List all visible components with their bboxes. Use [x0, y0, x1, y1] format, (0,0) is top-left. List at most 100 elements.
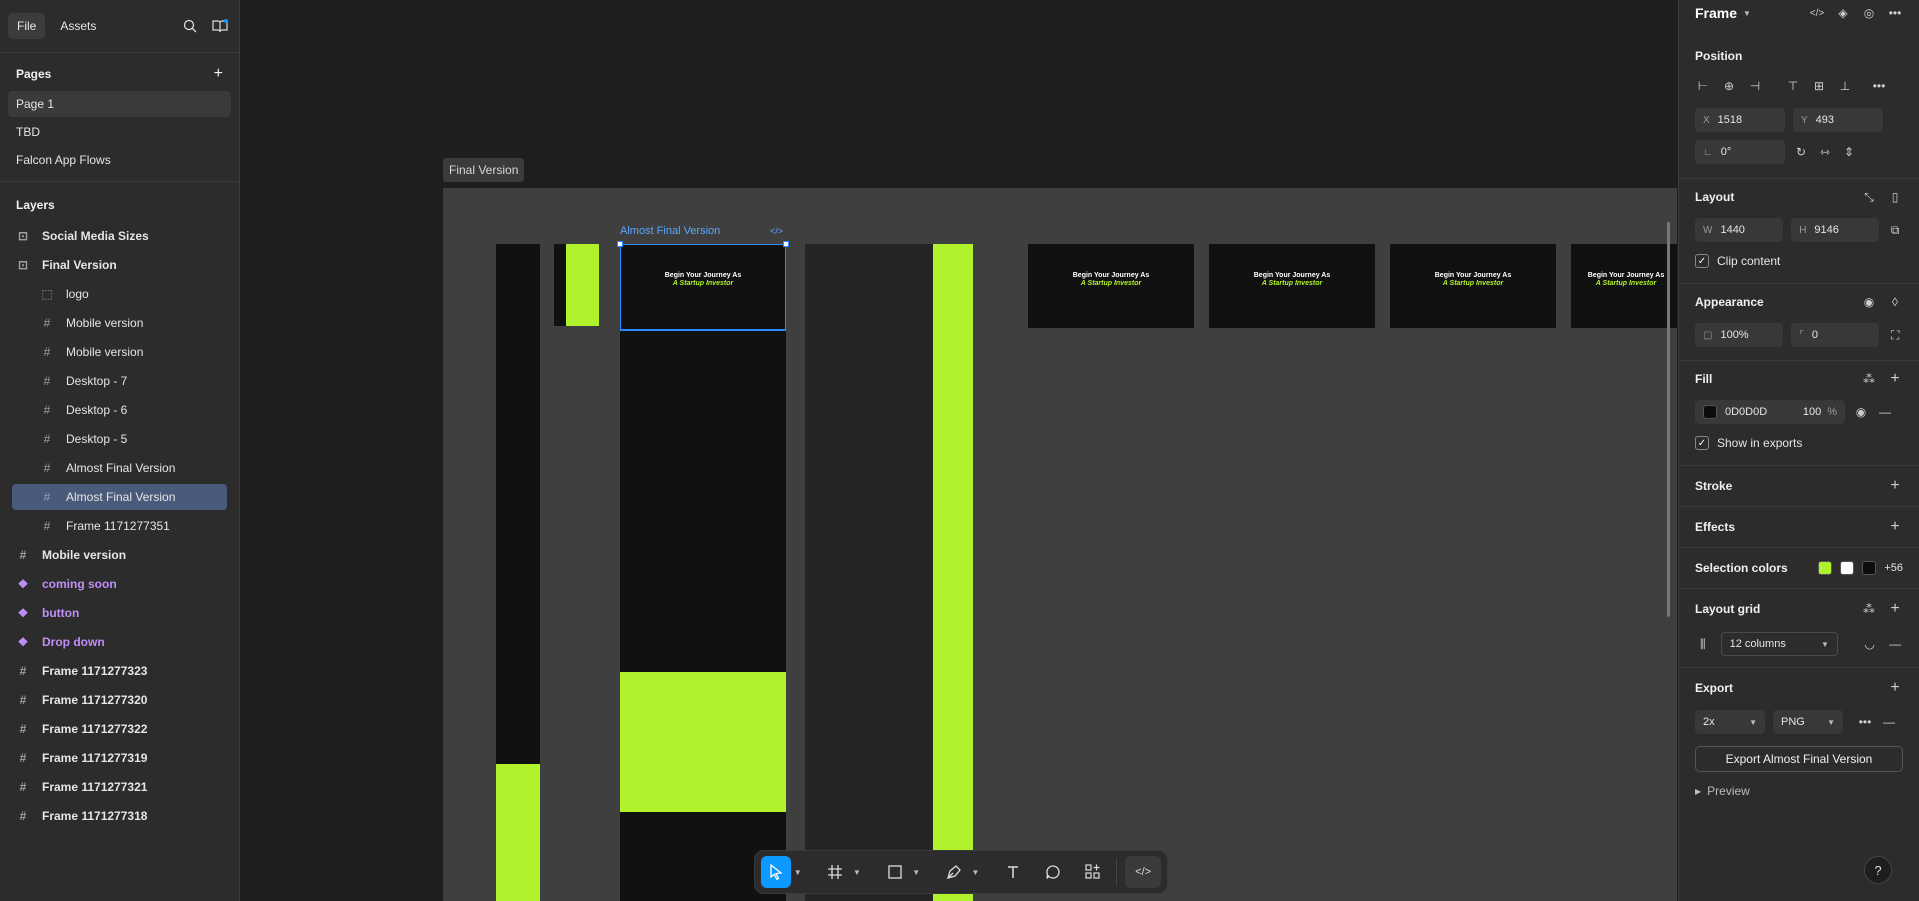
chevron-down-icon[interactable]: ▼ [1743, 9, 1751, 18]
x-field[interactable]: X 1518 [1695, 108, 1785, 132]
help-button[interactable]: ? [1864, 856, 1892, 884]
chevron-down-icon[interactable]: ▼ [791, 856, 804, 888]
layer-row[interactable]: ❖ Drop down [12, 629, 227, 655]
align-left-icon[interactable]: ⊢ [1695, 78, 1711, 94]
layer-row[interactable]: # Frame 1171277322 [12, 716, 227, 742]
desktop-frame[interactable]: Begin Your Journey As A Startup Investor [1571, 244, 1677, 328]
grid-select[interactable]: 12 columns ▼ [1720, 632, 1838, 656]
layer-row[interactable]: # Desktop - 6 [12, 397, 227, 423]
opacity-field[interactable]: ▢ 100% [1695, 323, 1784, 347]
export-button[interactable]: Export Almost Final Version [1695, 746, 1903, 772]
remove-export-icon[interactable]: — [1881, 714, 1897, 730]
boolean-icon[interactable]: ◎ [1861, 5, 1877, 21]
export-scale-select[interactable]: 2x ▼ [1695, 710, 1765, 734]
desktop-7-frame[interactable]: Begin Your Journey As A Startup Investor [1028, 244, 1194, 328]
selection-box[interactable] [620, 244, 786, 330]
selection-colors-more[interactable]: +56 [1884, 562, 1903, 574]
more-icon[interactable]: ••• [1857, 714, 1873, 730]
constrain-proportions-icon[interactable]: ⧉ [1887, 222, 1903, 238]
fill-swatch[interactable] [1703, 405, 1717, 419]
layer-row[interactable]: # Mobile version [12, 339, 227, 365]
green-sidebar-frame[interactable] [933, 244, 973, 901]
y-field[interactable]: Y 493 [1793, 108, 1883, 132]
remove-fill-icon[interactable]: — [1877, 404, 1893, 420]
pen-tool-button[interactable] [939, 856, 969, 888]
layer-row[interactable]: # Mobile version [12, 310, 227, 336]
layer-row[interactable]: # Frame 1171277321 [12, 774, 227, 800]
chevron-down-icon[interactable]: ▼ [910, 856, 923, 888]
page-item[interactable]: Page 1 [8, 91, 231, 117]
auto-layout-icon[interactable]: ▯ [1887, 189, 1903, 205]
move-tool-button[interactable] [761, 856, 792, 888]
layer-row[interactable]: # Desktop - 7 [12, 368, 227, 394]
dev-mode-toggle[interactable]: </> [1125, 856, 1162, 888]
drop-icon[interactable]: ◊ [1887, 294, 1903, 310]
rotate-icon[interactable]: ↻ [1793, 144, 1809, 160]
remove-grid-icon[interactable]: — [1887, 636, 1903, 652]
radius-field[interactable]: ⌜ 0 [1791, 323, 1880, 347]
tab-file[interactable]: File [8, 13, 46, 39]
clip-content-checkbox[interactable]: ✓ [1695, 254, 1709, 268]
eye-icon[interactable]: ◉ [1853, 404, 1869, 420]
layer-row[interactable]: # Frame 1171277320 [12, 687, 227, 713]
eye-icon[interactable]: ◉ [1861, 294, 1877, 310]
more-icon[interactable]: ••• [1871, 78, 1887, 94]
mobile-menu-frame[interactable] [554, 244, 599, 326]
styles-icon[interactable]: ⁂ [1861, 371, 1877, 387]
align-center-v-icon[interactable]: ⊞ [1811, 78, 1827, 94]
layer-row[interactable]: # Frame 1171277351 [12, 513, 227, 539]
desktop-5-frame[interactable]: Begin Your Journey As A Startup Investor [1390, 244, 1556, 328]
actions-tool-button[interactable] [1078, 856, 1108, 888]
library-icon[interactable] [209, 15, 231, 37]
layer-row[interactable]: # Almost Final Version [12, 455, 227, 481]
align-bottom-icon[interactable]: ⊥ [1837, 78, 1853, 94]
color-swatch-green[interactable] [1818, 561, 1833, 575]
flip-horizontal-icon[interactable]: ⇿ [1817, 144, 1833, 160]
text-tool-button[interactable] [998, 856, 1028, 888]
align-center-h-icon[interactable]: ⊕ [1721, 78, 1737, 94]
height-field[interactable]: H 9146 [1791, 218, 1880, 242]
code-icon[interactable]: </> [1809, 5, 1825, 21]
section-label[interactable]: Final Version [443, 158, 525, 182]
layer-row[interactable]: ⬚ logo [12, 281, 227, 307]
layer-row[interactable]: ⊡ Final Version [12, 252, 227, 278]
fill-field[interactable]: 0D0D0D 100 % [1695, 400, 1845, 424]
canvas-scrollbar[interactable] [1667, 222, 1670, 617]
desktop-6-frame[interactable]: Begin Your Journey As A Startup Investor [1209, 244, 1375, 328]
comment-tool-button[interactable] [1038, 856, 1068, 888]
hide-grid-icon[interactable]: ◡ [1862, 636, 1878, 652]
frame-tool-button[interactable] [820, 856, 850, 888]
layer-row[interactable]: # Frame 1171277318 [12, 803, 227, 829]
add-export-icon[interactable]: + [1887, 679, 1903, 696]
mobile-frame[interactable] [496, 244, 540, 901]
resize-handle[interactable] [617, 241, 623, 247]
layer-row[interactable]: # Mobile version [12, 542, 227, 568]
page-item[interactable]: Falcon App Flows [8, 147, 231, 173]
layer-row[interactable]: ⊡ Social Media Sizes [12, 223, 227, 249]
chevron-down-icon[interactable]: ▼ [850, 856, 863, 888]
layer-row[interactable]: # Frame 1171277323 [12, 658, 227, 684]
page-item[interactable]: TBD [8, 119, 231, 145]
canvas[interactable]: Final Version Begin Your Journey As A St… [241, 0, 1677, 901]
layer-row[interactable]: # Desktop - 5 [12, 426, 227, 452]
show-in-exports-checkbox[interactable]: ✓ [1695, 436, 1709, 450]
component-icon[interactable]: ◈ [1835, 5, 1851, 21]
color-swatch-white[interactable] [1840, 561, 1855, 575]
width-field[interactable]: W 1440 [1695, 218, 1784, 242]
frame-type-title[interactable]: Frame [1695, 0, 1737, 26]
chevron-down-icon[interactable]: ▼ [969, 856, 982, 888]
add-fill-icon[interactable]: + [1887, 370, 1903, 387]
resize-handle[interactable] [783, 241, 789, 247]
styles-icon[interactable]: ⁂ [1861, 601, 1877, 617]
align-right-icon[interactable]: ⊣ [1747, 78, 1763, 94]
color-swatch-black[interactable] [1862, 561, 1877, 575]
collapse-icon[interactable]: ⤡ [1861, 189, 1877, 205]
dev-mode-icon[interactable]: </> [770, 226, 783, 236]
tab-assets[interactable]: Assets [51, 13, 105, 39]
add-effect-icon[interactable]: + [1887, 518, 1903, 535]
preview-row[interactable]: ▶ Preview [1679, 776, 1919, 806]
add-page-icon[interactable]: + [214, 65, 223, 83]
rotation-field[interactable]: ∟ 0° [1695, 140, 1785, 164]
export-format-select[interactable]: PNG ▼ [1773, 710, 1843, 734]
search-icon[interactable] [179, 15, 201, 37]
